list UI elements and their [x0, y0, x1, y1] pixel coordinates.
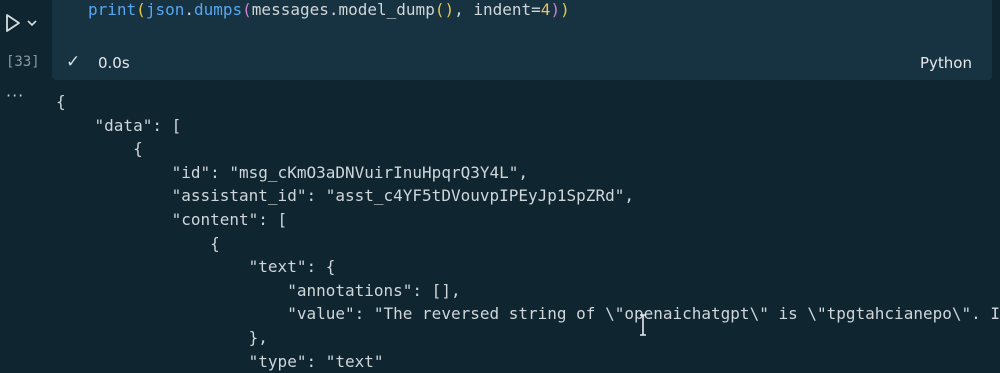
execution-time: 0.0s	[98, 54, 130, 72]
output-line: },	[56, 327, 268, 347]
code-call: ()	[434, 0, 455, 19]
output-line: "value": "The reversed string of \"opena…	[56, 304, 1000, 324]
code-method: dumps	[193, 0, 243, 19]
cell-output[interactable]: { "data": [ { "id": "msg_cKmO3aDNVuirInu…	[56, 90, 1000, 373]
code-dot: .	[184, 0, 194, 19]
code-paren: (	[136, 0, 146, 19]
output-line: "id": "msg_cKmO3aDNVuirInuHpqrQ3Y4L",	[56, 162, 529, 182]
code-number: 4	[540, 0, 551, 19]
check-icon: ✓	[66, 52, 81, 72]
output-line: "text": {	[56, 257, 336, 277]
code-paren: )	[560, 0, 570, 19]
output-menu-button[interactable]: ···	[6, 86, 24, 105]
language-indicator[interactable]: Python	[920, 54, 972, 72]
execution-count: [33]	[6, 54, 40, 70]
cell-gutter: [33] ···	[0, 0, 52, 373]
code-argument: messages.model_dump	[251, 0, 435, 19]
run-icon[interactable]	[4, 13, 22, 33]
chevron-down-icon[interactable]	[26, 18, 38, 28]
output-line: "content": [	[56, 209, 288, 229]
output-line: "data": [	[56, 115, 182, 135]
code-paren: )	[550, 0, 561, 19]
output-line: "assistant_id": "asst_c4YF5tDVouvpIPEyJp…	[56, 186, 634, 206]
output-line: "type": "text"	[56, 351, 384, 371]
cell-status-bar: ✓ 0.0s Python	[52, 50, 992, 76]
code-line[interactable]: print(json.dumps(messages.model_dump(), …	[88, 0, 570, 20]
code-separator: , indent=	[454, 0, 541, 19]
output-line: "annotations": [],	[56, 280, 461, 300]
code-function: print	[88, 0, 137, 19]
output-line: {	[56, 92, 66, 111]
code-module: json	[145, 0, 185, 19]
text-cursor-icon	[640, 314, 646, 336]
output-line: {	[56, 139, 143, 159]
code-cell[interactable]: print(json.dumps(messages.model_dump(), …	[52, 0, 992, 80]
output-line: {	[56, 233, 220, 253]
code-paren: (	[242, 0, 252, 19]
run-cell-button[interactable]	[4, 10, 48, 36]
notebook-view: [33] ··· print(json.dumps(messages.model…	[0, 0, 1000, 373]
